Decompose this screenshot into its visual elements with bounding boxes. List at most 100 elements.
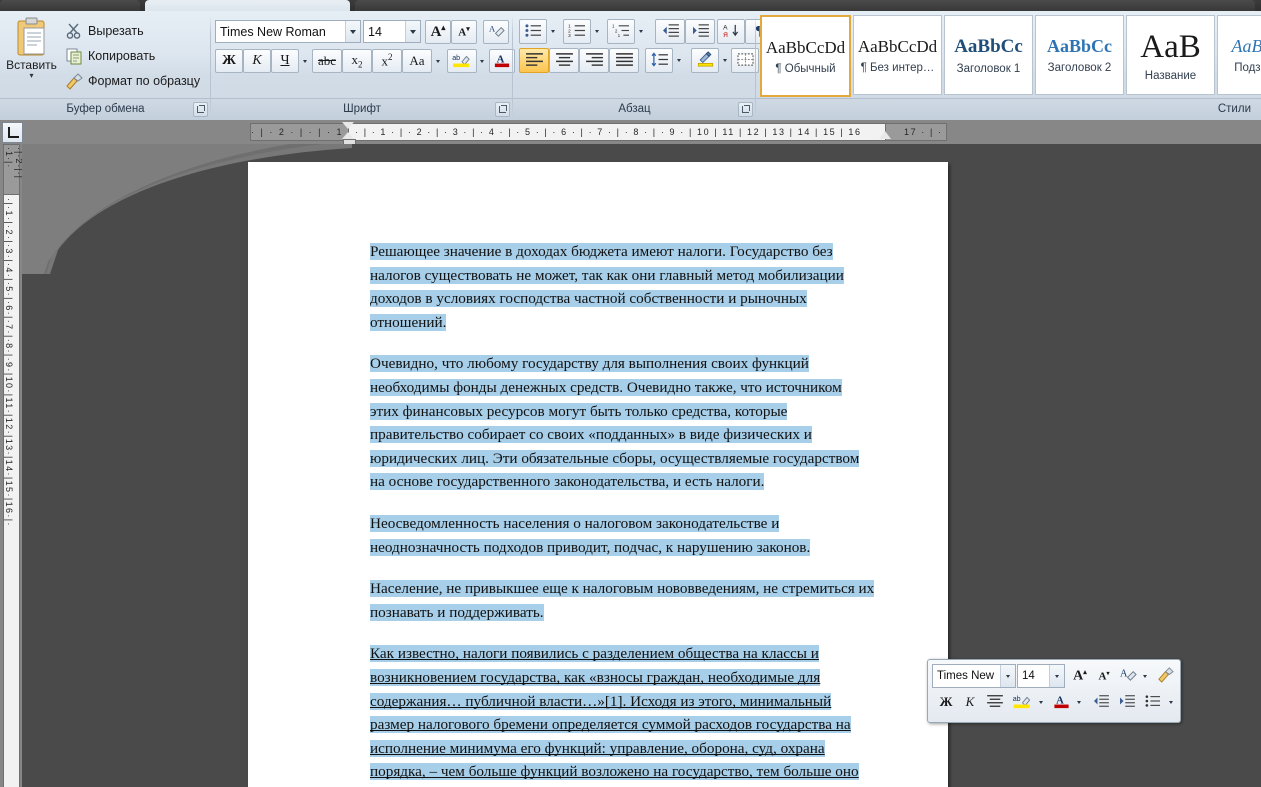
change-case-button[interactable]: Aa: [402, 49, 432, 73]
first-line-indent-marker[interactable]: [342, 122, 354, 129]
bold-button[interactable]: Ж: [215, 49, 243, 73]
mini-clear-formatting-button[interactable]: A: [1116, 664, 1140, 688]
vertical-ruler[interactable]: ·|·2·|·|·1·|· ·|·1·|·2·|·3·|·4·|·5·|·6·|…: [0, 144, 24, 787]
bullets-dropdown-icon[interactable]: [545, 19, 561, 44]
style-sample: AaBbCc: [954, 35, 1023, 57]
ruler-text-area[interactable]: · | · 1 · | · 2 · | · 3 · | · 4 · | · 5 …: [348, 123, 934, 141]
mini-font-color-button[interactable]: A: [1048, 690, 1074, 714]
mini-highlight-dropdown-icon[interactable]: [1034, 690, 1048, 714]
paste-dropdown-caret-icon[interactable]: ▾: [4, 72, 59, 80]
mini-font-name-combo[interactable]: Times New: [932, 664, 1016, 688]
ruler-top-margin[interactable]: ·|·2·|·|·1·|·: [3, 144, 24, 196]
mini-clear-formatting-dropdown-icon[interactable]: [1138, 664, 1152, 688]
styles-gallery[interactable]: AaBbCcDd ¶ Обычный AaBbCcDd ¶ Без интер……: [760, 15, 1261, 97]
document-paragraph-hyperlink[interactable]: Как известно, налоги появились с разделе…: [370, 642, 926, 787]
mini-shrink-font-button[interactable]: A▾: [1092, 664, 1116, 688]
ruler-vertical-text-area[interactable]: ·|·1·|·2·|·3·|·4·|·5·|·6·|·7·|·8·|·9·|10…: [3, 194, 20, 787]
subscript-button[interactable]: x2: [342, 49, 372, 73]
strikethrough-button[interactable]: abc: [312, 49, 342, 73]
paragraph-line: размер налогового бремени определяется с…: [370, 716, 851, 734]
bullets-button[interactable]: [519, 19, 547, 44]
horizontal-ruler[interactable]: · | · 2 · | · | · 1 · | · · | · 1 · | · …: [0, 120, 1261, 146]
style-card-zagolovok-1[interactable]: AaBbCc Заголовок 1: [944, 15, 1033, 95]
align-left-button[interactable]: [519, 48, 549, 73]
font-size-dropdown-icon[interactable]: [405, 21, 420, 42]
underline-button[interactable]: Ч: [271, 49, 299, 73]
mini-font-size-dropdown-icon[interactable]: [1049, 665, 1064, 687]
decrease-indent-button[interactable]: [655, 19, 685, 44]
line-spacing-icon: [650, 51, 669, 70]
mini-decrease-indent-button[interactable]: [1088, 690, 1114, 714]
mini-bullets-dropdown-icon[interactable]: [1164, 690, 1178, 714]
grow-font-icon: A▴: [1073, 667, 1087, 684]
increase-indent-button[interactable]: [685, 19, 715, 44]
line-spacing-button[interactable]: [645, 48, 673, 73]
paragraph-dialog-launcher[interactable]: [738, 102, 753, 117]
justify-button[interactable]: [609, 48, 639, 73]
mini-format-painter-button[interactable]: [1152, 664, 1178, 688]
text-highlight-dropdown-icon[interactable]: [475, 49, 489, 73]
mini-font-name-dropdown-icon[interactable]: [1000, 665, 1015, 687]
mini-formatting-toolbar[interactable]: Times New 14 A▴ A▾ A Ж К ab A: [927, 659, 1181, 723]
italic-button[interactable]: К: [243, 49, 271, 73]
document-paragraph[interactable]: Решающее значение в доходах бюджета имею…: [370, 240, 926, 334]
hanging-indent-marker[interactable]: [342, 132, 354, 139]
cut-button[interactable]: Вырезать: [62, 19, 228, 43]
clipboard-dialog-launcher[interactable]: [193, 102, 208, 117]
font-dialog-launcher[interactable]: [495, 102, 510, 117]
mini-bullets-button[interactable]: [1140, 690, 1166, 714]
style-card-zagolovok-2[interactable]: AaBbCc Заголовок 2: [1035, 15, 1124, 95]
sort-button[interactable]: A Я: [717, 19, 745, 44]
numbering-button[interactable]: 123: [563, 19, 591, 44]
document-paragraph[interactable]: Очевидно, что любому государству для вып…: [370, 352, 926, 494]
mini-grow-font-button[interactable]: A▴: [1068, 664, 1092, 688]
ruler-right-margin[interactable]: 17 · | ·: [885, 123, 947, 141]
font-name-combo[interactable]: Times New Roman: [215, 20, 361, 43]
tab-stop-selector[interactable]: [2, 122, 23, 143]
shading-button[interactable]: [691, 48, 719, 73]
style-name: Заголовок 1: [956, 62, 1021, 75]
shrink-font-button[interactable]: A▾: [451, 20, 477, 44]
mini-increase-indent-button[interactable]: [1114, 690, 1140, 714]
mini-italic-button[interactable]: К: [958, 690, 982, 714]
style-card-obychnyy[interactable]: AaBbCcDd ¶ Обычный: [760, 15, 851, 97]
document-paragraph[interactable]: Неосведомленность населения о налоговом …: [370, 512, 926, 559]
ruler-left-margin[interactable]: · | · 2 · | · | · 1 · | ·: [250, 123, 369, 141]
copy-button[interactable]: Копировать: [62, 44, 228, 68]
align-center-button[interactable]: [549, 48, 579, 73]
clear-formatting-button[interactable]: A: [483, 20, 509, 44]
mini-font-color-dropdown-icon[interactable]: [1072, 690, 1086, 714]
document-body[interactable]: Решающее значение в доходах бюджета имею…: [370, 240, 926, 787]
text-highlight-color-icon: ab: [451, 52, 473, 71]
group-label-paragraph: Абзац: [513, 98, 756, 120]
align-right-button[interactable]: [579, 48, 609, 73]
style-card-podzagolovok[interactable]: AaBbCc Подзаго…: [1217, 15, 1261, 95]
underline-dropdown-icon[interactable]: [297, 49, 312, 73]
svg-text:A: A: [1120, 668, 1128, 679]
paste-button[interactable]: Вставить ▾: [4, 15, 59, 93]
mini-text-highlight-color-button[interactable]: ab: [1008, 690, 1036, 714]
line-spacing-dropdown-icon[interactable]: [671, 48, 687, 73]
numbering-dropdown-icon[interactable]: [589, 19, 605, 44]
font-size-combo[interactable]: 14: [363, 20, 421, 43]
svg-text:ab: ab: [452, 54, 460, 62]
document-paragraph[interactable]: Население, не привыкшее еще к налоговым …: [370, 577, 926, 624]
svg-text:1: 1: [617, 33, 620, 38]
text-highlight-color-icon: ab: [1012, 693, 1033, 712]
grow-font-button[interactable]: A▴: [425, 20, 451, 44]
document-page[interactable]: Решающее значение в доходах бюджета имею…: [248, 162, 948, 787]
right-indent-marker[interactable]: [879, 131, 891, 139]
style-card-bez-intervala[interactable]: AaBbCcDd ¶ Без интер…: [853, 15, 942, 95]
multilevel-list-button[interactable]: 121: [607, 19, 635, 44]
ribbon: Вставить ▾ Вырезать Копировать Формат по…: [0, 11, 1261, 121]
font-name-dropdown-icon[interactable]: [345, 21, 360, 42]
mini-align-center-button[interactable]: [982, 690, 1008, 714]
superscript-button[interactable]: x2: [372, 49, 402, 73]
change-case-dropdown-icon[interactable]: [430, 49, 445, 73]
mini-font-size-combo[interactable]: 14: [1017, 664, 1065, 688]
style-card-nazvanie[interactable]: AaB Название: [1126, 15, 1215, 95]
multilevel-list-dropdown-icon[interactable]: [633, 19, 649, 44]
text-highlight-color-button[interactable]: ab: [447, 49, 477, 73]
paragraph-line: Очевидно, что любому государству для вып…: [370, 355, 809, 373]
mini-bold-button[interactable]: Ж: [934, 690, 958, 714]
